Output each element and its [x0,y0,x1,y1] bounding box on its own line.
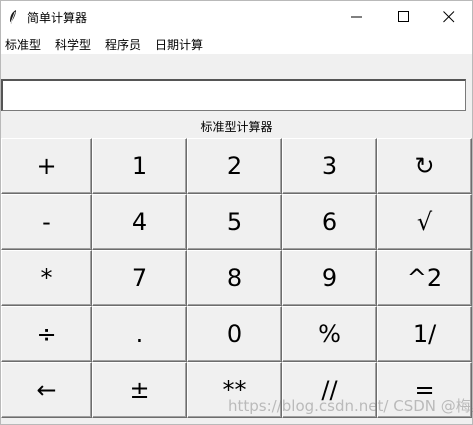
key-backspace[interactable]: ← [1,362,92,418]
keypad: + 1 2 3 ↻ - 4 5 6 √ * 7 8 9 ^2 ÷ . 0 % 1… [1,138,472,418]
title-bar: 简单计算器 [1,1,472,32]
key-3[interactable]: 3 [282,138,377,194]
key-0[interactable]: 0 [187,306,282,362]
key-reciprocal[interactable]: 1/ [377,306,472,362]
menu-programmer[interactable]: 程序员 [105,36,141,53]
menu-standard[interactable]: 标准型 [5,36,41,53]
key-1[interactable]: 1 [92,138,187,194]
key-percent[interactable]: % [282,306,377,362]
key-plus[interactable]: + [1,138,92,194]
key-square[interactable]: ^2 [377,250,472,306]
minimize-icon [351,16,362,18]
display-input[interactable] [1,79,466,111]
key-multiply[interactable]: * [1,250,92,306]
mode-label: 标准型计算器 [200,120,273,134]
key-divide[interactable]: ÷ [1,306,92,362]
close-icon [443,11,455,23]
menu-date-calculation[interactable]: 日期计算 [155,36,203,53]
menu-scientific[interactable]: 科学型 [55,36,91,53]
key-negate[interactable]: ± [92,362,187,418]
feather-icon [7,9,19,25]
key-8[interactable]: 8 [187,250,282,306]
menu-bar: 标准型 科学型 程序员 日期计算 [1,32,472,54]
close-button[interactable] [426,1,472,32]
key-6[interactable]: 6 [282,194,377,250]
key-9[interactable]: 9 [282,250,377,306]
key-decimal[interactable]: . [92,306,187,362]
key-7[interactable]: 7 [92,250,187,306]
window-title: 简单计算器 [27,11,88,25]
maximize-icon [398,11,409,22]
key-2[interactable]: 2 [187,138,282,194]
key-sqrt[interactable]: √ [377,194,472,250]
maximize-button[interactable] [381,1,427,32]
key-reset[interactable]: ↻ [377,138,472,194]
key-minus[interactable]: - [1,194,92,250]
key-5[interactable]: 5 [187,194,282,250]
minimize-button[interactable] [334,1,380,32]
watermark: https://blog.csdn.net/ CSDN @梅里雪山GIS [228,397,473,415]
calculator-window: 简单计算器 标准型 科学型 程序员 日期计算 标准型计算器 + 1 2 3 ↻ … [0,0,473,425]
key-4[interactable]: 4 [92,194,187,250]
